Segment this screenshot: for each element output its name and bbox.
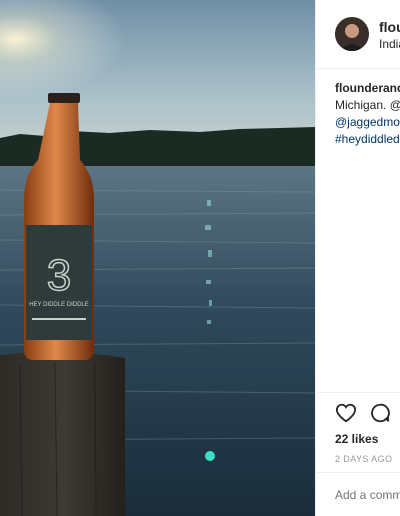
post-location[interactable]: Indian River, Michigan	[379, 37, 400, 51]
wooden-post	[0, 351, 125, 516]
actions-divider	[316, 392, 400, 393]
caption: flounderandpi Michigan. @ @jaggedmountai…	[335, 80, 400, 148]
header-divider	[316, 68, 400, 69]
caption-hashtag[interactable]: #heydiddlediddle	[335, 131, 400, 148]
heart-icon[interactable]	[335, 402, 357, 424]
post-username[interactable]: flounderandpi	[379, 19, 400, 35]
svg-text:HEY DIDDLE DIDDLE: HEY DIDDLE DIDDLE	[29, 302, 89, 308]
comment-input[interactable]	[335, 488, 400, 502]
comment-icon[interactable]	[369, 402, 391, 424]
post-time: 2 DAYS AGO	[335, 454, 393, 464]
post-sidebar: flounderandpi Indian River, Michigan flo…	[316, 0, 400, 516]
lens-flare	[205, 451, 215, 461]
svg-text:3: 3	[47, 251, 71, 300]
likes-count[interactable]: 22 likes	[335, 432, 378, 446]
caption-mention[interactable]: @jaggedmountain	[335, 114, 400, 131]
avatar[interactable]	[335, 17, 369, 51]
caption-username[interactable]: flounderandpi	[335, 80, 400, 97]
caption-text: Michigan. @	[335, 98, 400, 112]
post-photo[interactable]: 3 HEY DIDDLE DIDDLE	[0, 0, 315, 516]
comment-divider	[316, 472, 400, 473]
